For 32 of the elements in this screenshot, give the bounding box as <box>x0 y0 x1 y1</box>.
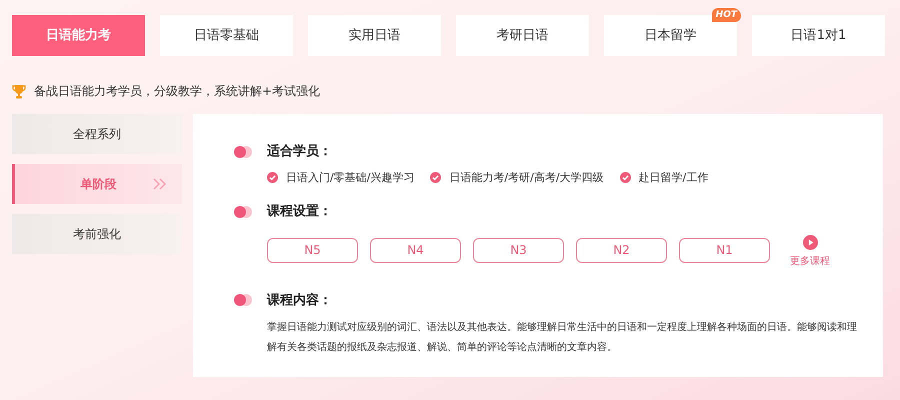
toggle-dot-icon <box>233 204 253 219</box>
more-courses-link[interactable]: 更多课程 <box>790 234 830 268</box>
section-title: 适合学员： <box>267 143 332 161</box>
chevron-icon <box>152 178 168 190</box>
trophy-icon <box>12 84 26 98</box>
category-tab[interactable]: 日语能力考 <box>12 15 145 56</box>
sidebar-item[interactable]: 单阶段 <box>12 164 182 204</box>
level-button[interactable]: N3 <box>473 238 564 262</box>
category-tab[interactable]: 日语1对1 <box>752 15 885 56</box>
audience-label: 日语能力考/考研/高考/大学四级 <box>449 170 604 186</box>
check-icon <box>267 172 278 184</box>
hot-badge: HOT <box>712 8 741 22</box>
toggle-dot-icon <box>233 144 253 159</box>
level-button[interactable]: N4 <box>370 238 461 262</box>
section-title: 课程设置： <box>267 203 332 221</box>
check-icon <box>620 172 631 184</box>
check-icon <box>430 172 442 184</box>
sidebar-item[interactable]: 考前强化 <box>12 214 182 254</box>
category-tab[interactable]: 考研日语 <box>456 15 589 56</box>
section-title: 课程内容： <box>267 292 332 310</box>
audience-label: 赴日留学/工作 <box>638 170 708 186</box>
play-icon <box>802 234 818 250</box>
category-tab[interactable]: 日语零基础 <box>160 15 293 56</box>
course-description: 掌握日语能力测试对应级别的词汇、语法以及其他表达。能够理解日常生活中的日语和一定程度上理解各种场面的日语。能够阅读和理解有关各类话题的报纸及杂志报道、解说、简单的评论等论点清晰的文章内容。 <box>267 320 858 355</box>
level-button[interactable]: N5 <box>267 238 358 262</box>
sidebar-item[interactable]: 全程系列 <box>12 114 182 154</box>
category-tab[interactable]: 实用日语 <box>308 15 441 56</box>
level-button[interactable]: N1 <box>679 238 770 262</box>
level-button[interactable]: N2 <box>576 238 667 262</box>
tagline: 备战日语能力考学员，分级教学，系统讲解+考试强化 <box>34 83 320 100</box>
toggle-dot-icon <box>233 293 253 308</box>
audience-label: 日语入门/零基础/兴趣学习 <box>286 170 414 186</box>
